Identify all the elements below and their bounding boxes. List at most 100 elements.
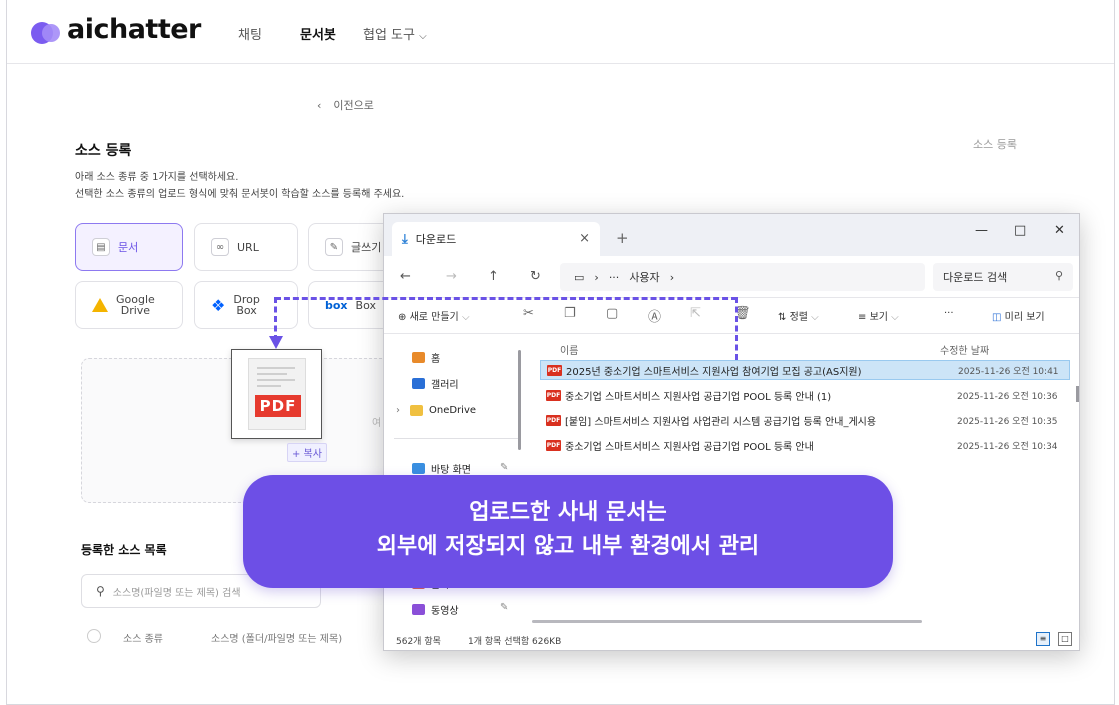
file-date: 2025-11-26 오전 10:41 xyxy=(958,366,1059,377)
path-user[interactable]: 사용자 xyxy=(629,269,659,285)
pdf-page-icon: PDF xyxy=(248,358,306,430)
file-name: [붙임] 스마트서비스 지원사업 사업관리 시스템 공급기업 등록 안내_게시용 xyxy=(565,416,877,428)
nav-collab-tools[interactable]: 협업 도구 ⌵ xyxy=(363,24,427,43)
back-label: 이전으로 xyxy=(333,99,374,112)
tiles-view-icon[interactable]: □ xyxy=(1058,632,1072,646)
file-row[interactable]: PDF 중소기업 스마트서비스 지원사업 공급기업 POOL 등록 안내 202… xyxy=(540,435,1070,455)
pin-icon[interactable]: ✎ xyxy=(500,602,508,613)
details-view-icon[interactable]: ≡ xyxy=(1036,632,1050,646)
chevron-down-icon: ⌵ xyxy=(419,31,427,42)
new-button[interactable]: ⊕ 새로 만들기 ⌵ xyxy=(398,308,470,323)
folder-icon xyxy=(410,405,423,416)
top-header: aichatter 채팅 문서봇 협업 도구 ⌵ xyxy=(7,0,1114,64)
file-row[interactable]: PDF 2025년 중소기업 스마트서비스 지원사업 참여기업 모집 공고(AS… xyxy=(540,360,1070,380)
new-tab-button[interactable]: + xyxy=(616,229,629,247)
file-name: 중소기업 스마트서비스 지원사업 공급기업 POOL 등록 안내 (1) xyxy=(565,391,832,403)
sort-button[interactable]: ⇅ 정렬 ⌵ xyxy=(778,308,819,323)
file-date: 2025-11-26 오전 10:36 xyxy=(957,391,1058,402)
cut-icon[interactable]: ✂ xyxy=(523,306,534,321)
nav-docbot[interactable]: 문서봇 xyxy=(300,24,336,43)
tab-close-icon[interactable]: × xyxy=(579,231,590,246)
write-icon: ✎ xyxy=(325,238,343,256)
drag-path-line xyxy=(274,297,277,341)
source-document-label: 문서 xyxy=(118,241,139,254)
explorer-search-input[interactable]: 다운로드 검색 ⚲ xyxy=(933,263,1073,291)
select-all-radio[interactable] xyxy=(87,629,101,643)
nav-chat[interactable]: 채팅 xyxy=(238,24,262,43)
close-window-button[interactable]: ✕ xyxy=(1054,223,1065,238)
document-icon: ▤ xyxy=(92,238,110,256)
source-document-button[interactable]: ▤ 문서 xyxy=(75,223,183,271)
explorer-titlebar: ⤓ 다운로드 × + — □ ✕ xyxy=(384,214,1079,256)
file-row[interactable]: PDF [붙임] 스마트서비스 지원사업 사업관리 시스템 공급기업 등록 안내… xyxy=(540,410,1070,430)
explorer-statusbar: 562개 항목 1개 항목 선택함 626KB ≡ □ xyxy=(384,626,1079,652)
source-google-drive-button[interactable]: Google Drive xyxy=(75,281,183,329)
gallery-icon xyxy=(412,378,425,389)
tab-downloads[interactable]: ⤓ 다운로드 × xyxy=(392,222,600,256)
sidebar-home-label: 홈 xyxy=(431,354,441,365)
sort-icon: ⇅ xyxy=(778,312,787,323)
sidebar-item-onedrive[interactable]: › OneDrive xyxy=(396,405,476,416)
chevron-right-icon: › xyxy=(396,405,400,416)
up-arrow-icon[interactable]: ↑ xyxy=(488,269,499,284)
column-source-type: 소스 종류 xyxy=(123,634,163,645)
box-icon: box xyxy=(325,298,348,312)
explorer-search-placeholder: 다운로드 검색 xyxy=(943,271,1008,284)
logo-text: aichatter xyxy=(67,14,201,45)
explorer-toolbar: ⊕ 새로 만들기 ⌵ ✂ ❐ ▢ Ⓐ ⇱ 🗑 ⇅ 정렬 ⌵ ≡ 보기 ⌵ ···… xyxy=(384,298,1079,334)
preview-icon: ◫ xyxy=(992,312,1002,323)
monitor-icon: ▭ xyxy=(574,270,585,284)
banner-line-1: 업로드한 사내 문서는 xyxy=(469,500,667,525)
minimize-button[interactable]: — xyxy=(975,223,988,238)
sidebar-item-desktop[interactable]: 바탕 화면 xyxy=(412,461,471,476)
file-row[interactable]: PDF 중소기업 스마트서비스 지원사업 공급기업 POOL 등록 안내 (1)… xyxy=(540,385,1070,405)
copy-icon[interactable]: ❐ xyxy=(564,306,576,321)
sidebar-gallery-label: 갤러리 xyxy=(431,380,459,391)
source-box-label: Box xyxy=(355,298,376,312)
source-dropbox-button[interactable]: ❖ Drop Box xyxy=(194,281,298,329)
back-link[interactable]: ‹ 이전으로 xyxy=(317,97,374,113)
refresh-icon[interactable]: ↻ xyxy=(530,269,541,284)
view-button[interactable]: ≡ 보기 ⌵ xyxy=(858,308,899,323)
source-list-title: 등록한 소스 목록 xyxy=(81,543,167,557)
forward-arrow-icon[interactable]: → xyxy=(446,269,457,284)
description-line-1: 아래 소스 종류 중 1가지를 선택하세요. xyxy=(75,172,239,183)
pdf-file-icon: PDF xyxy=(546,414,561,426)
banner-line-2: 외부에 저장되지 않고 내부 환경에서 관리 xyxy=(376,534,760,559)
sidebar-item-gallery[interactable]: 갤러리 xyxy=(412,376,459,391)
maximize-button[interactable]: □ xyxy=(1014,223,1026,238)
share-icon[interactable]: ⇱ xyxy=(690,306,701,321)
back-arrow-icon[interactable]: ← xyxy=(400,269,411,284)
sidebar-scrollbar[interactable] xyxy=(518,350,521,450)
step-label: 소스 등록 xyxy=(973,138,1017,151)
more-button[interactable]: ··· xyxy=(944,308,954,319)
view-label: 보기 xyxy=(869,312,888,323)
description-line-2: 선택한 소스 종류의 업로드 형식에 맞춰 문서봇이 학습할 소스를 등록해 주… xyxy=(75,189,405,200)
drag-arrow-icon xyxy=(269,336,283,349)
rename-icon[interactable]: Ⓐ xyxy=(648,306,661,325)
dropbox-label-2: Box xyxy=(236,304,257,317)
column-date[interactable]: 수정한 날짜 xyxy=(940,342,989,357)
chevron-right-icon: › xyxy=(669,270,675,284)
pin-icon[interactable]: ✎ xyxy=(500,462,508,473)
preview-button[interactable]: ◫ 미리 보기 xyxy=(992,308,1045,323)
plus-circle-icon: ⊕ xyxy=(398,312,407,323)
file-list-scrollbar[interactable] xyxy=(1076,386,1079,402)
drag-path-line xyxy=(275,297,737,300)
address-path-input[interactable]: ▭ › ··· 사용자 › xyxy=(560,263,925,291)
item-count: 562개 항목 xyxy=(396,637,441,647)
tab-downloads-label: 다운로드 xyxy=(415,233,457,246)
column-name[interactable]: 이름 xyxy=(560,342,578,357)
sidebar-item-home[interactable]: 홈 xyxy=(412,350,440,365)
horizontal-scrollbar[interactable] xyxy=(532,620,922,623)
view-icon: ≡ xyxy=(858,312,867,323)
dragged-pdf-file[interactable]: PDF xyxy=(231,349,322,439)
sidebar-video-label: 동영상 xyxy=(431,606,459,617)
copy-tooltip: + 복사 xyxy=(287,443,327,462)
paste-icon[interactable]: ▢ xyxy=(606,306,618,321)
file-date: 2025-11-26 오전 10:34 xyxy=(957,441,1058,452)
path-ellipsis[interactable]: ··· xyxy=(609,271,620,284)
source-search-placeholder: 소스명(파일명 또는 제목) 검색 xyxy=(112,587,241,599)
source-url-button[interactable]: ∞ URL xyxy=(194,223,298,271)
sidebar-item-video[interactable]: 동영상 xyxy=(412,602,459,617)
